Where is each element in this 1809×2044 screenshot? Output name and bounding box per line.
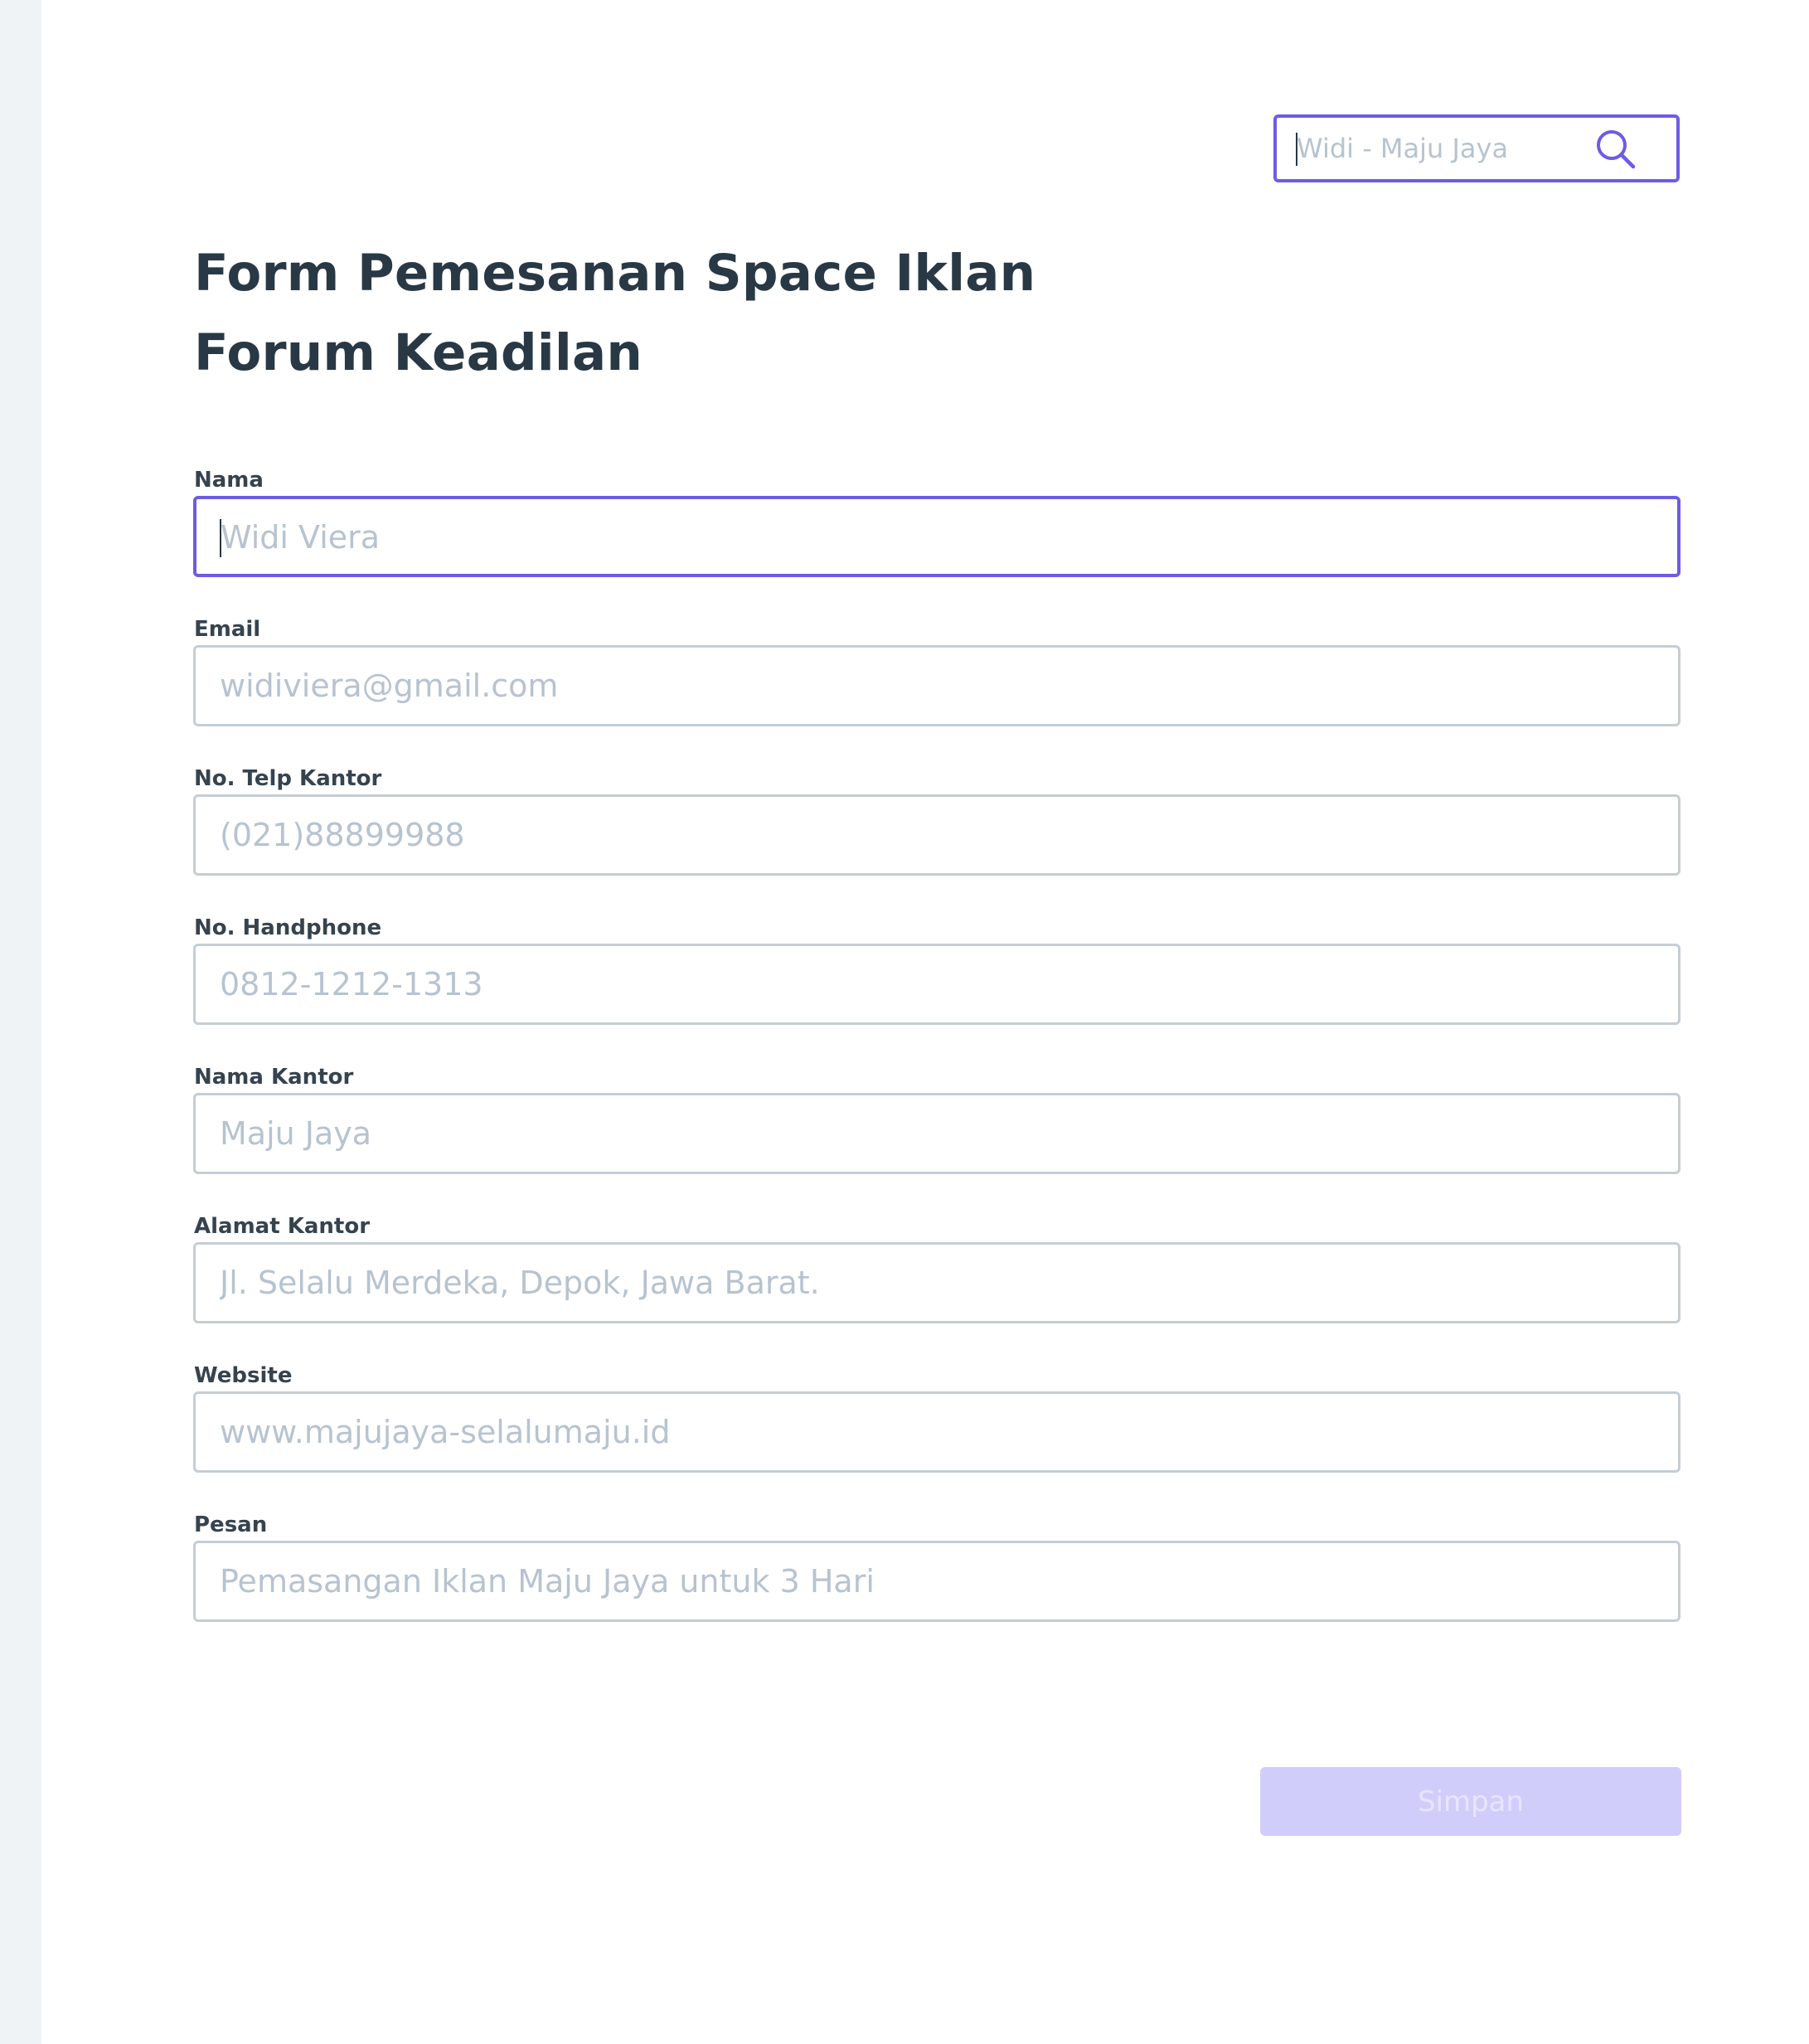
office-phone-input[interactable] [220,797,1646,873]
nama-field[interactable] [193,496,1680,577]
search-bar[interactable] [1273,114,1680,182]
office-name-field[interactable] [193,1093,1680,1174]
nama-label: Nama [194,468,264,493]
text-cursor [1296,133,1297,166]
office-phone-field[interactable] [193,794,1680,876]
text-cursor [220,519,221,557]
office-address-field[interactable] [193,1242,1680,1323]
website-field[interactable] [193,1391,1680,1473]
message-field[interactable] [193,1541,1680,1622]
email-label: Email [194,617,261,642]
page-title: Form Pemesanan Space Iklan Forum Keadila… [194,234,1035,393]
office-address-input[interactable] [220,1245,1646,1321]
search-icon[interactable] [1593,127,1638,172]
search-input[interactable] [1297,118,1587,179]
save-button[interactable]: Simpan [1260,1767,1681,1836]
website-label: Website [194,1363,293,1388]
page-title-line-2: Forum Keadilan [194,323,643,382]
mobile-phone-input[interactable] [220,946,1646,1022]
website-input[interactable] [220,1394,1646,1470]
left-sidebar-strip [0,0,41,2044]
office-name-input[interactable] [220,1095,1646,1172]
email-field[interactable] [193,645,1680,726]
page-title-line-1: Form Pemesanan Space Iklan [194,244,1036,303]
nama-input[interactable] [221,499,1647,575]
message-label: Pesan [194,1512,268,1537]
mobile-phone-label: No. Handphone [194,915,382,940]
office-address-label: Alamat Kantor [194,1214,371,1239]
mobile-phone-field[interactable] [193,944,1680,1025]
message-input[interactable] [220,1543,1646,1619]
office-phone-label: No. Telp Kantor [194,766,382,791]
office-name-label: Nama Kantor [194,1065,354,1090]
email-input[interactable] [220,648,1646,724]
